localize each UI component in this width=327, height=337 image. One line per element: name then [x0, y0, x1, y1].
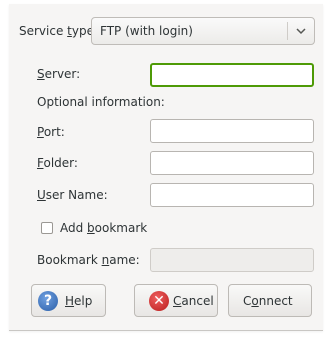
- connect-button[interactable]: Connect: [228, 284, 312, 317]
- user-name-input[interactable]: [150, 183, 314, 207]
- chevron-down-icon: [296, 28, 306, 35]
- combo-separator: [287, 22, 288, 40]
- service-type-value: FTP (with login): [100, 24, 193, 38]
- service-type-label: Service type:: [19, 24, 99, 38]
- connect-button-label: Connect: [243, 294, 293, 308]
- help-icon: ?: [38, 291, 58, 311]
- help-button-label: Help: [65, 294, 93, 308]
- server-input[interactable]: [150, 63, 314, 87]
- help-button[interactable]: ? Help: [31, 284, 106, 317]
- port-input[interactable]: [150, 119, 314, 143]
- bookmark-name-label: Bookmark name:: [37, 253, 140, 267]
- add-bookmark-label[interactable]: Add bookmark: [60, 220, 147, 236]
- add-bookmark-checkbox[interactable]: [41, 222, 53, 234]
- server-label: Server:: [37, 67, 81, 81]
- folder-input[interactable]: [150, 151, 314, 175]
- connect-to-server-dialog: Service type: FTP (with login) Server: O…: [0, 0, 327, 337]
- port-label: Port:: [37, 125, 65, 139]
- service-type-combobox[interactable]: FTP (with login): [91, 17, 315, 45]
- optional-information-heading: Optional information:: [37, 95, 165, 109]
- cancel-icon: ✕: [149, 291, 169, 311]
- user-name-label: User Name:: [37, 188, 108, 202]
- cancel-button-label: Cancel: [173, 294, 214, 308]
- cancel-button[interactable]: ✕ Cancel: [134, 284, 218, 317]
- bookmark-name-input: [150, 248, 314, 272]
- folder-label: Folder:: [37, 156, 78, 170]
